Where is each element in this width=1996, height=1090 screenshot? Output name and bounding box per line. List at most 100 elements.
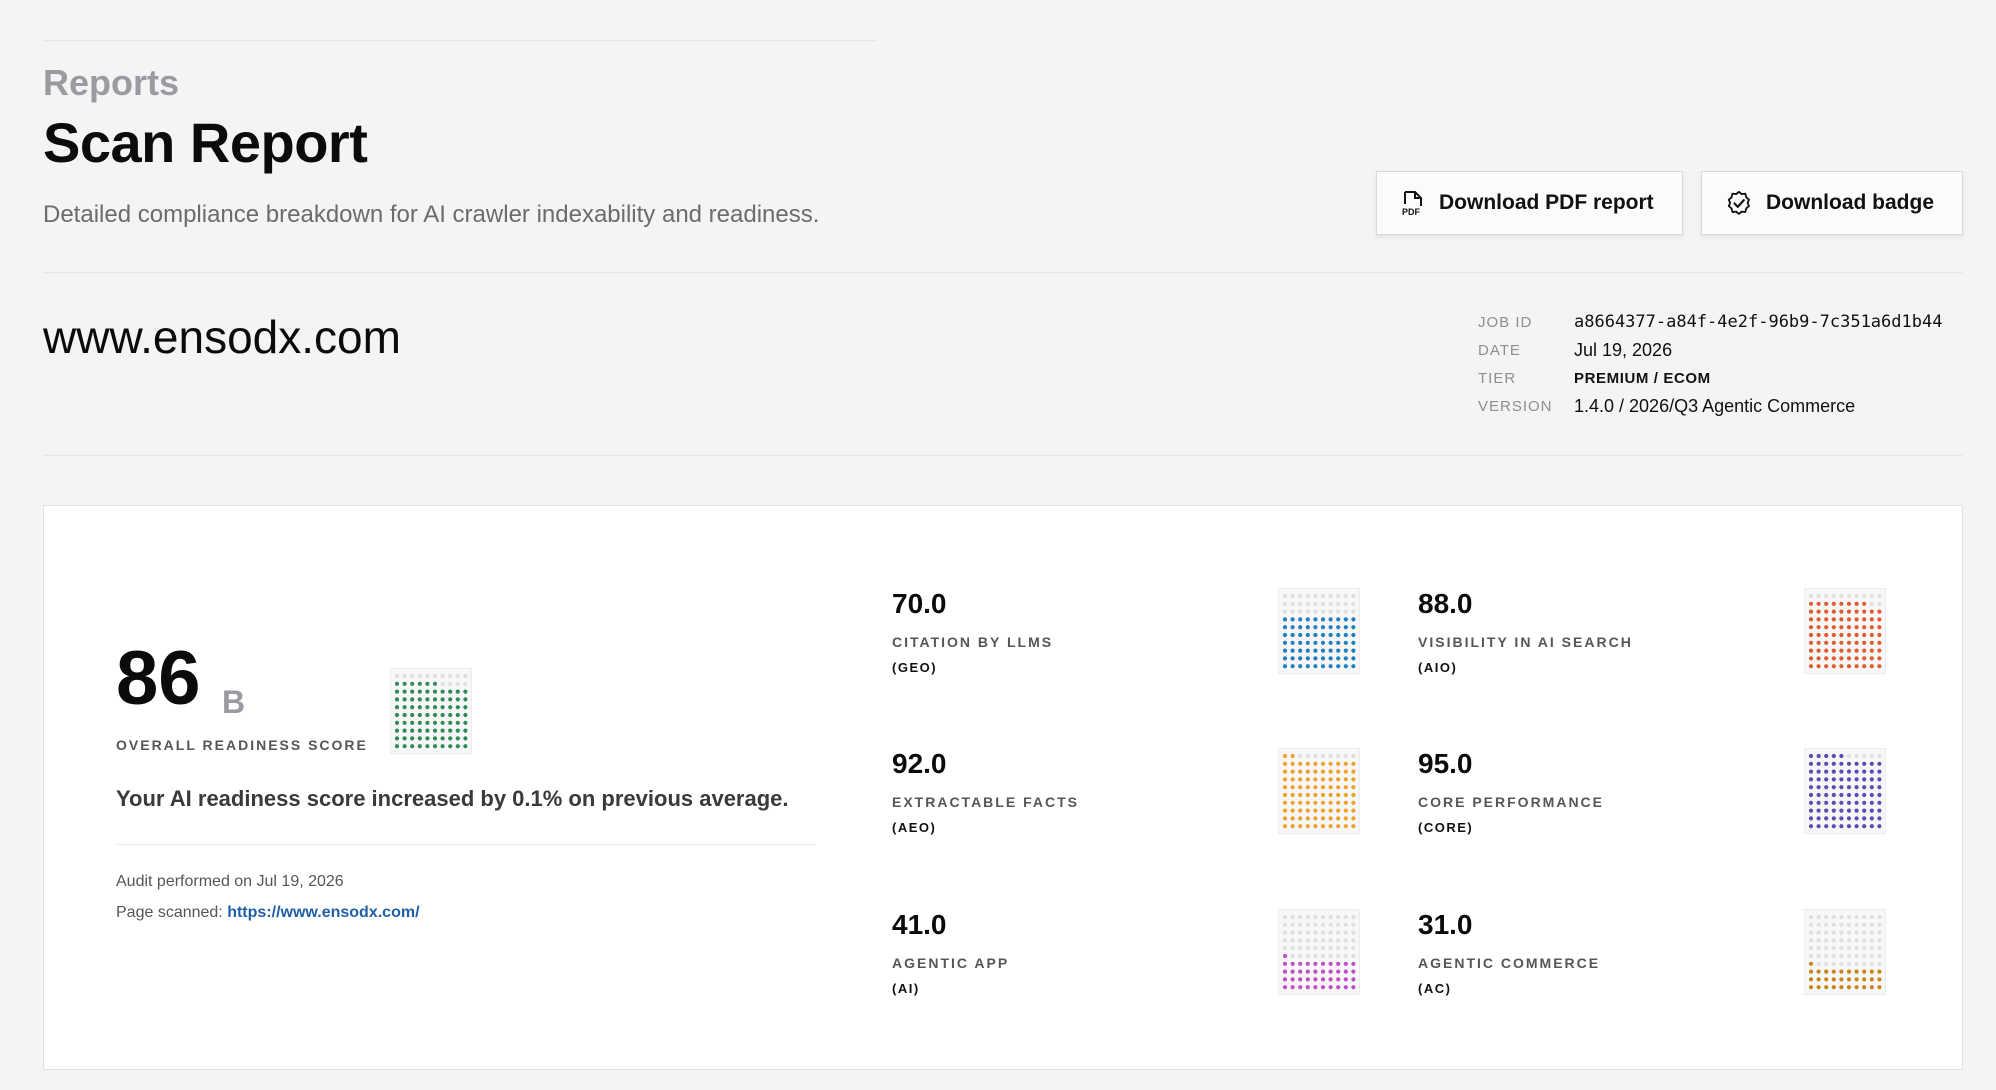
dot-filled: [1854, 656, 1859, 661]
dot-empty: [455, 681, 460, 686]
dot-filled: [1824, 640, 1829, 645]
dot-filled: [1854, 617, 1859, 622]
dot-filled: [1854, 609, 1859, 614]
dot-empty: [1869, 593, 1874, 599]
dot-filled: [1808, 824, 1814, 829]
dot-filled: [1320, 961, 1326, 966]
dot-filled: [425, 689, 430, 694]
dot-empty: [1305, 593, 1310, 599]
dot-filled: [1343, 640, 1348, 645]
score-change-message: Your AI readiness score increased by 0.1…: [116, 786, 789, 811]
dot-filled: [394, 720, 400, 725]
dot-filled: [1336, 969, 1341, 974]
dot-filled: [1305, 648, 1310, 653]
metric-aio-dot-grid: [1805, 589, 1885, 673]
dot-empty: [1846, 753, 1852, 759]
metric-ac: 31.0 AGENTIC COMMERCE (AC): [1418, 911, 1600, 997]
dot-empty: [1839, 922, 1844, 927]
dot-empty: [1298, 953, 1303, 959]
dot-empty: [1343, 922, 1348, 927]
dot-filled: [1305, 816, 1310, 821]
dot-filled: [1824, 625, 1829, 630]
metric-code: (AIO): [1418, 660, 1458, 675]
download-badge-button[interactable]: Download badge: [1701, 171, 1963, 235]
dot-empty: [402, 673, 407, 679]
dot-filled: [1282, 969, 1288, 974]
dot-empty: [1282, 593, 1288, 599]
dot-filled: [1313, 977, 1318, 982]
dot-filled: [455, 736, 460, 741]
dot-filled: [1336, 816, 1341, 821]
dot-filled: [1336, 800, 1341, 805]
dot-filled: [1290, 800, 1295, 805]
dot-empty: [1282, 914, 1288, 920]
dot-filled: [1282, 761, 1288, 766]
dot-empty: [1320, 946, 1326, 951]
dot-filled: [1846, 664, 1852, 669]
dot-filled: [440, 720, 445, 725]
dot-filled: [1808, 640, 1814, 645]
dot-filled: [1816, 816, 1821, 821]
dot-filled: [1351, 824, 1356, 829]
download-pdf-button[interactable]: PDF Download PDF report: [1376, 171, 1683, 235]
dot-filled: [1877, 977, 1882, 982]
page-scanned-link[interactable]: https://www.ensodx.com/: [227, 904, 419, 921]
dot-filled: [1831, 769, 1836, 774]
dot-filled: [1869, 640, 1874, 645]
metric-label: CITATION BY LLMS: [892, 634, 1054, 650]
dot-empty: [1313, 930, 1318, 935]
dot-filled: [1816, 777, 1821, 782]
dot-empty: [1351, 922, 1356, 927]
dot-empty: [1298, 922, 1303, 927]
dot-filled: [1282, 961, 1288, 966]
dot-filled: [1877, 777, 1882, 782]
dot-filled: [1282, 632, 1288, 638]
dot-filled: [425, 712, 430, 718]
dot-empty: [1336, 953, 1341, 959]
dot-filled: [1846, 609, 1852, 614]
metric-label: CORE PERFORMANCE: [1418, 794, 1605, 810]
dot-filled: [463, 689, 468, 694]
dot-filled: [1824, 769, 1829, 774]
dot-empty: [1298, 938, 1303, 943]
dot-empty: [463, 681, 468, 686]
dot-empty: [1351, 753, 1356, 759]
dot-filled: [1336, 617, 1341, 622]
metric-aeo-dot-grid: [1279, 749, 1359, 833]
dot-empty: [1846, 961, 1852, 966]
dot-filled: [1846, 632, 1852, 638]
dot-filled: [1290, 656, 1295, 661]
dot-filled: [1824, 761, 1829, 766]
dot-filled: [1854, 640, 1859, 645]
breadcrumb[interactable]: Reports: [43, 62, 179, 104]
dot-empty: [1351, 914, 1356, 920]
overall-grade: B: [222, 684, 246, 720]
dot-empty: [1854, 922, 1859, 927]
dot-grid-svg: [394, 673, 468, 749]
dot-empty: [1305, 753, 1310, 759]
dot-filled: [1846, 640, 1852, 645]
dot-filled: [1831, 640, 1836, 645]
dot-filled: [440, 744, 445, 749]
dot-empty: [417, 673, 422, 679]
dot-filled: [1808, 961, 1814, 966]
dot-filled: [1877, 761, 1882, 766]
dot-empty: [1831, 922, 1836, 927]
dot-filled: [1869, 808, 1874, 813]
dot-filled: [1862, 617, 1867, 622]
page-title: Scan Report: [43, 111, 368, 174]
dot-filled: [1313, 769, 1318, 774]
dot-filled: [1877, 969, 1882, 974]
metric-aeo: 92.0 EXTRACTABLE FACTS (AEO): [892, 748, 1079, 836]
metric-value: 92.0: [892, 748, 947, 779]
dot-empty: [1290, 938, 1295, 943]
dot-filled: [1816, 761, 1821, 766]
dot-filled: [1343, 969, 1348, 974]
dot-filled: [410, 689, 415, 694]
dot-filled: [1831, 792, 1836, 798]
dot-filled: [1846, 816, 1852, 821]
dot-empty: [1824, 953, 1829, 959]
dot-empty: [1290, 914, 1295, 920]
dot-empty: [1824, 930, 1829, 935]
dot-filled: [463, 705, 468, 710]
